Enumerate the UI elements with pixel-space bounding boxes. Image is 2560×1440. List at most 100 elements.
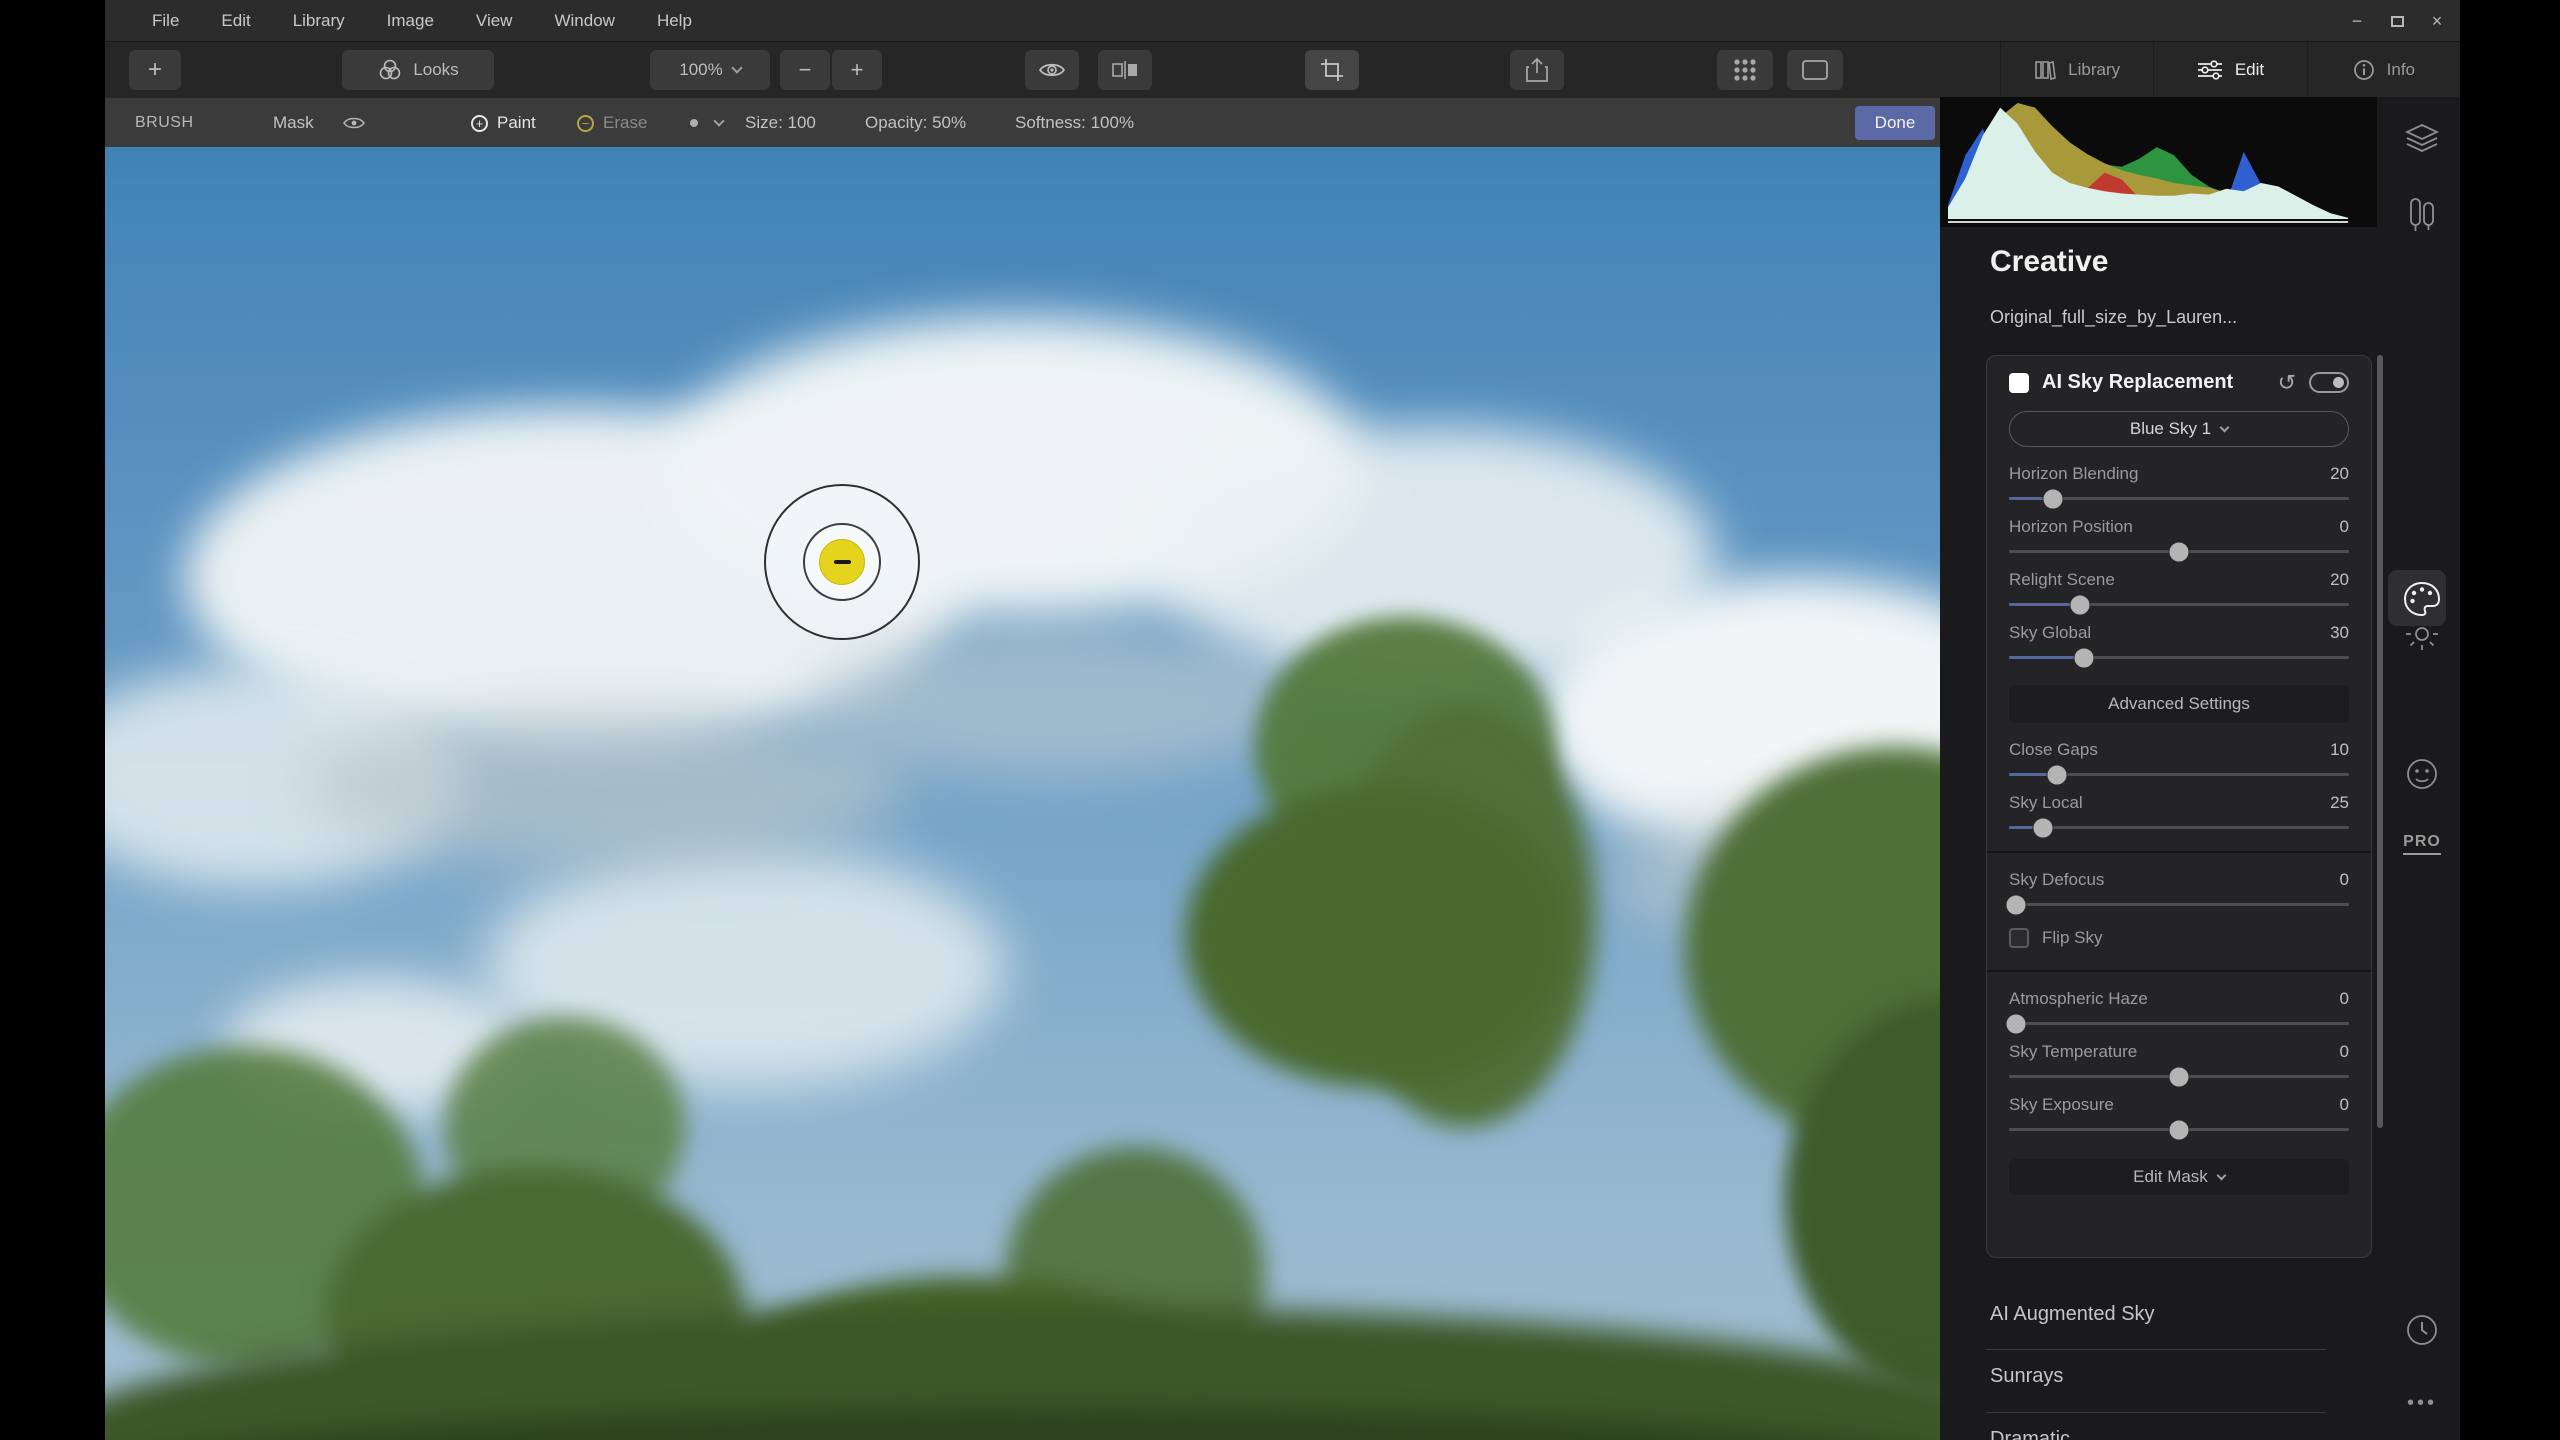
slider-track[interactable] <box>2009 826 2349 829</box>
menu-file[interactable]: File <box>131 0 200 41</box>
section-dramatic[interactable]: Dramatic <box>1990 1428 2070 1440</box>
brush-size-value[interactable]: Size: 100 <box>745 98 816 148</box>
slider-atmospheric-haze: Atmospheric Haze0 <box>2009 989 2349 1025</box>
app-window: File Edit Library Image View Window Help… <box>105 0 2460 1440</box>
menu-image[interactable]: Image <box>366 0 455 41</box>
preview-toggle-button[interactable] <box>1025 50 1079 90</box>
brush-settings-dropdown[interactable] <box>715 98 723 148</box>
section-toggle[interactable] <box>2309 372 2349 393</box>
section-sunrays[interactable]: Sunrays <box>1990 1365 2063 1388</box>
section-divider <box>1987 970 2371 972</box>
slider-sky-temperature: Sky Temperature0 <box>2009 1042 2349 1078</box>
chevron-down-icon <box>2216 1170 2226 1180</box>
close-button[interactable]: × <box>2424 8 2450 34</box>
slider-track[interactable] <box>2009 497 2349 500</box>
panel-divider <box>1986 1349 2326 1350</box>
more-dots-icon: ••• <box>2407 1392 2437 1415</box>
menu-edit[interactable]: Edit <box>200 0 271 41</box>
slider-track[interactable] <box>2009 903 2349 906</box>
brush-options-bar: BRUSH Mask + Paint − Erase Size: 100 Opa… <box>105 97 1940 147</box>
edit-mask-button[interactable]: Edit Mask <box>2009 1159 2349 1195</box>
layers-button[interactable] <box>2390 123 2454 155</box>
compare-button[interactable] <box>1098 50 1152 90</box>
more-options-button[interactable]: ••• <box>2390 1392 2454 1415</box>
edit-panel: Creative Original_full_size_by_Lauren...… <box>1940 97 2460 1440</box>
mask-visibility-button[interactable] <box>343 98 365 148</box>
tab-library[interactable]: Library <box>2000 42 2153 97</box>
reset-icon[interactable]: ↺ <box>2278 372 2296 394</box>
slider-track[interactable] <box>2009 550 2349 553</box>
zoom-out-button[interactable]: − <box>780 50 830 90</box>
tab-info[interactable]: Info <box>2307 42 2460 97</box>
library-icon <box>2034 59 2056 81</box>
creative-tools-button[interactable] <box>2390 581 2454 617</box>
slider-track[interactable] <box>2009 1022 2349 1025</box>
slider-horizon-blending: Horizon Blending20 <box>2009 464 2349 500</box>
tool-mode-label: BRUSH <box>135 98 194 148</box>
slider-handle[interactable] <box>2043 488 2064 509</box>
image-filename: Original_full_size_by_Lauren... <box>1990 307 2237 328</box>
toggle-dot <box>2333 377 2344 388</box>
slider-handle[interactable] <box>2033 817 2054 838</box>
erase-mode-button[interactable]: − Erase <box>577 98 647 148</box>
brush-softness-value[interactable]: Softness: 100% <box>1015 98 1134 148</box>
maximize-button[interactable] <box>2384 8 2410 34</box>
tools-button[interactable] <box>2390 197 2454 233</box>
slider-track[interactable] <box>2009 1128 2349 1131</box>
layers-icon <box>2405 123 2439 155</box>
brush-opacity-value[interactable]: Opacity: 50% <box>865 98 966 148</box>
slider-handle[interactable] <box>2005 1013 2026 1034</box>
slider-handle[interactable] <box>2073 647 2094 668</box>
menu-help[interactable]: Help <box>636 0 713 41</box>
slider-track[interactable] <box>2009 656 2349 659</box>
window-controls: − × <box>2344 0 2450 42</box>
slider-horizon-position: Horizon Position0 <box>2009 517 2349 553</box>
slider-handle[interactable] <box>2169 1119 2190 1140</box>
slider-handle[interactable] <box>2070 594 2091 615</box>
pro-badge: PRO <box>2403 833 2441 855</box>
slider-track[interactable] <box>2009 1075 2349 1078</box>
menu-window[interactable]: Window <box>533 0 635 41</box>
section-ai-augmented-sky[interactable]: AI Augmented Sky <box>1990 1303 2155 1326</box>
add-image-button[interactable]: + <box>129 50 181 90</box>
looks-button[interactable]: Looks <box>342 50 494 90</box>
slider-track[interactable] <box>2009 603 2349 606</box>
advanced-settings-button[interactable]: Advanced Settings <box>2009 685 2349 723</box>
portrait-tools-button[interactable] <box>2390 757 2454 791</box>
histogram-chart <box>1948 103 2348 219</box>
done-button[interactable]: Done <box>1855 106 1935 140</box>
panel-scrollbar[interactable] <box>2377 355 2383 1128</box>
mask-eye-icon <box>343 115 365 131</box>
tab-edit[interactable]: Edit <box>2153 42 2306 97</box>
cloud-shadow <box>305 707 905 867</box>
zoom-in-button[interactable]: + <box>832 50 882 90</box>
ai-sky-replacement-section: AI Sky Replacement ↺ Blue Sky 1 Horizon … <box>1986 355 2372 1258</box>
brush-preview-dot <box>690 98 698 148</box>
menu-view[interactable]: View <box>455 0 534 41</box>
slider-handle[interactable] <box>2046 764 2067 785</box>
slider-relight-scene: Relight Scene20 <box>2009 570 2349 606</box>
menu-library[interactable]: Library <box>272 0 366 41</box>
slider-track[interactable] <box>2009 773 2349 776</box>
slider-handle[interactable] <box>2169 1066 2190 1087</box>
edit-tools-icon <box>2407 197 2437 233</box>
slider-handle[interactable] <box>2005 894 2026 915</box>
slider-handle[interactable] <box>2169 541 2190 562</box>
section-enabled-checkbox[interactable] <box>2009 373 2029 393</box>
history-button[interactable] <box>2390 1313 2454 1347</box>
single-image-view-button[interactable] <box>1787 50 1843 90</box>
sky-preset-dropdown[interactable]: Blue Sky 1 <box>2009 411 2349 447</box>
brush-cursor[interactable] <box>764 484 920 640</box>
crop-tool-button[interactable] <box>1305 50 1359 90</box>
clock-icon <box>2405 1313 2439 1347</box>
paint-mode-button[interactable]: + Paint <box>471 98 536 148</box>
zoom-level-select[interactable]: 100% <box>650 50 770 90</box>
export-button[interactable] <box>1510 50 1564 90</box>
view-tabs: Library Edit Info <box>2000 42 2460 97</box>
info-icon <box>2353 59 2375 81</box>
flip-sky-checkbox[interactable] <box>2009 928 2029 948</box>
photo-canvas[interactable] <box>105 147 1940 1440</box>
minimize-button[interactable]: − <box>2344 8 2370 34</box>
pro-tools-button[interactable]: PRO <box>2390 833 2454 855</box>
gallery-view-button[interactable] <box>1717 50 1773 90</box>
